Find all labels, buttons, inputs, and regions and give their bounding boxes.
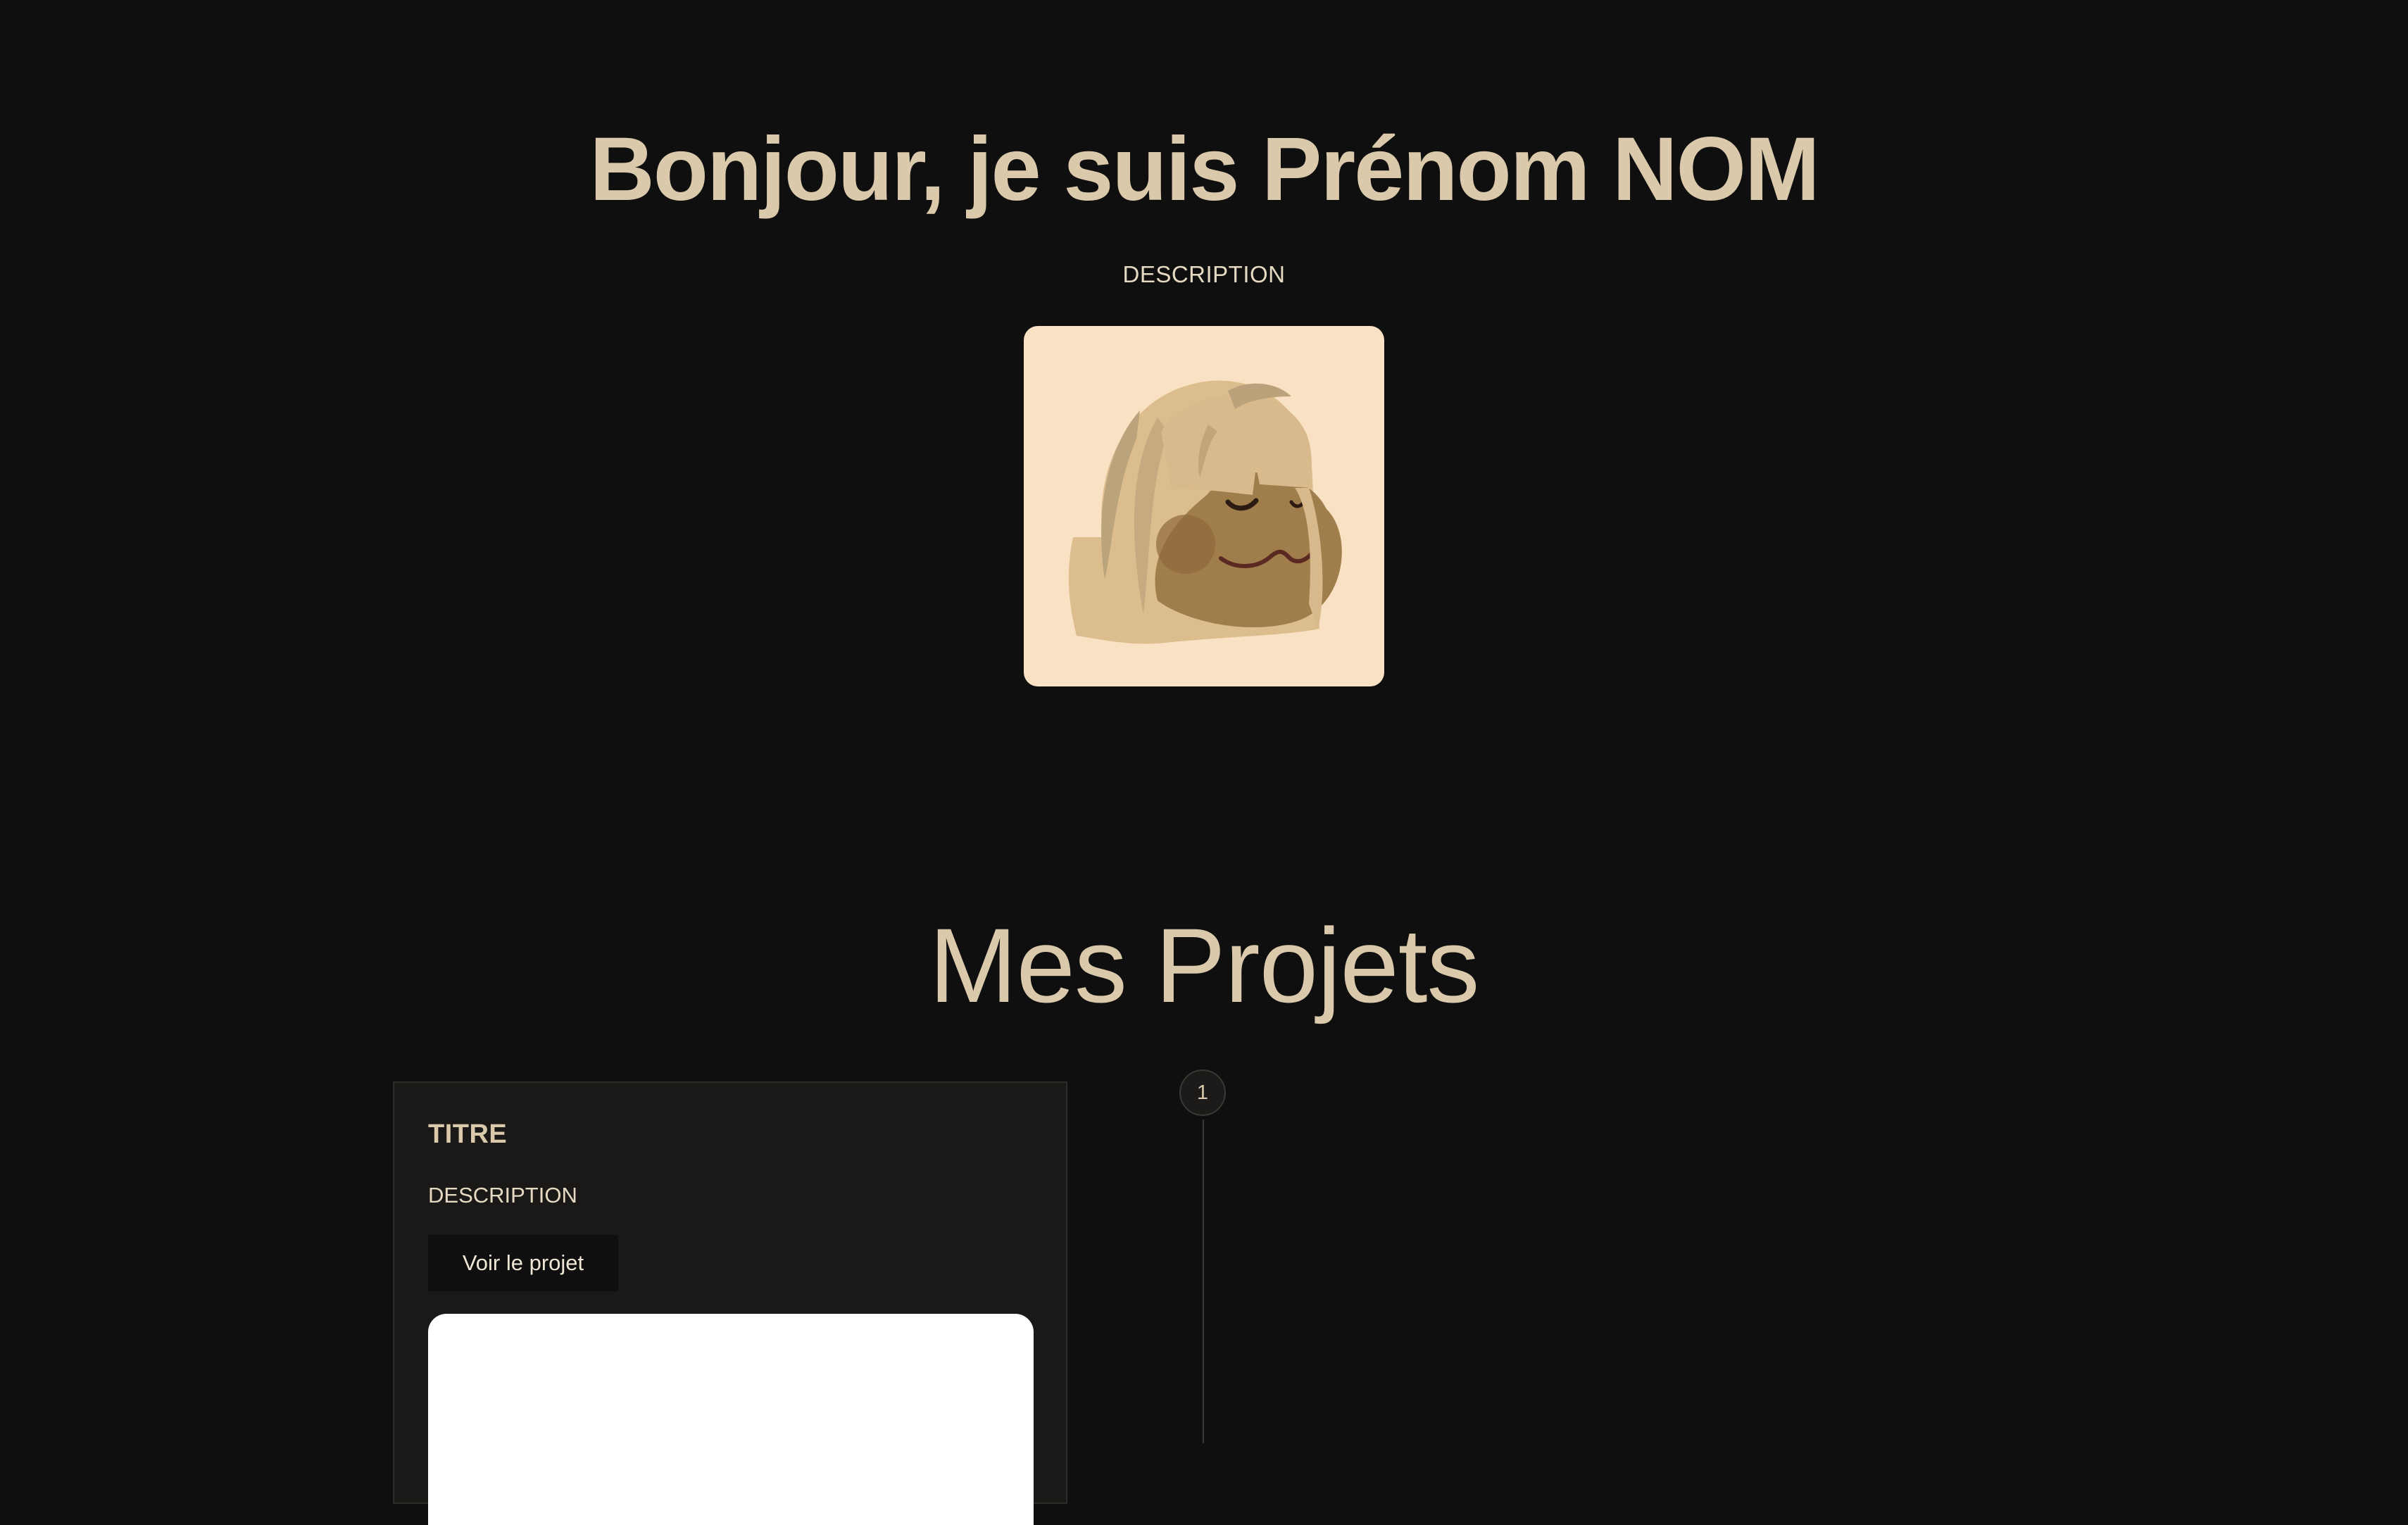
timeline-line [1203, 1119, 1204, 1443]
project-description: DESCRIPTION [428, 1183, 577, 1207]
avatar [1024, 326, 1384, 686]
project-title: TITRE [428, 1119, 508, 1149]
project-preview-image [428, 1314, 1034, 1525]
memoji-avatar-icon [1068, 380, 1342, 644]
timeline-step-badge: 1 [1179, 1069, 1226, 1116]
project-card: TITRE DESCRIPTION Voir le projet [393, 1081, 1067, 1525]
projects-heading: Mes Projets [929, 906, 1480, 1024]
hero-title: Bonjour, je suis Prénom NOM [589, 119, 1819, 220]
hero-description: DESCRIPTION [1122, 261, 1286, 287]
view-project-button[interactable]: Voir le projet [428, 1235, 618, 1291]
